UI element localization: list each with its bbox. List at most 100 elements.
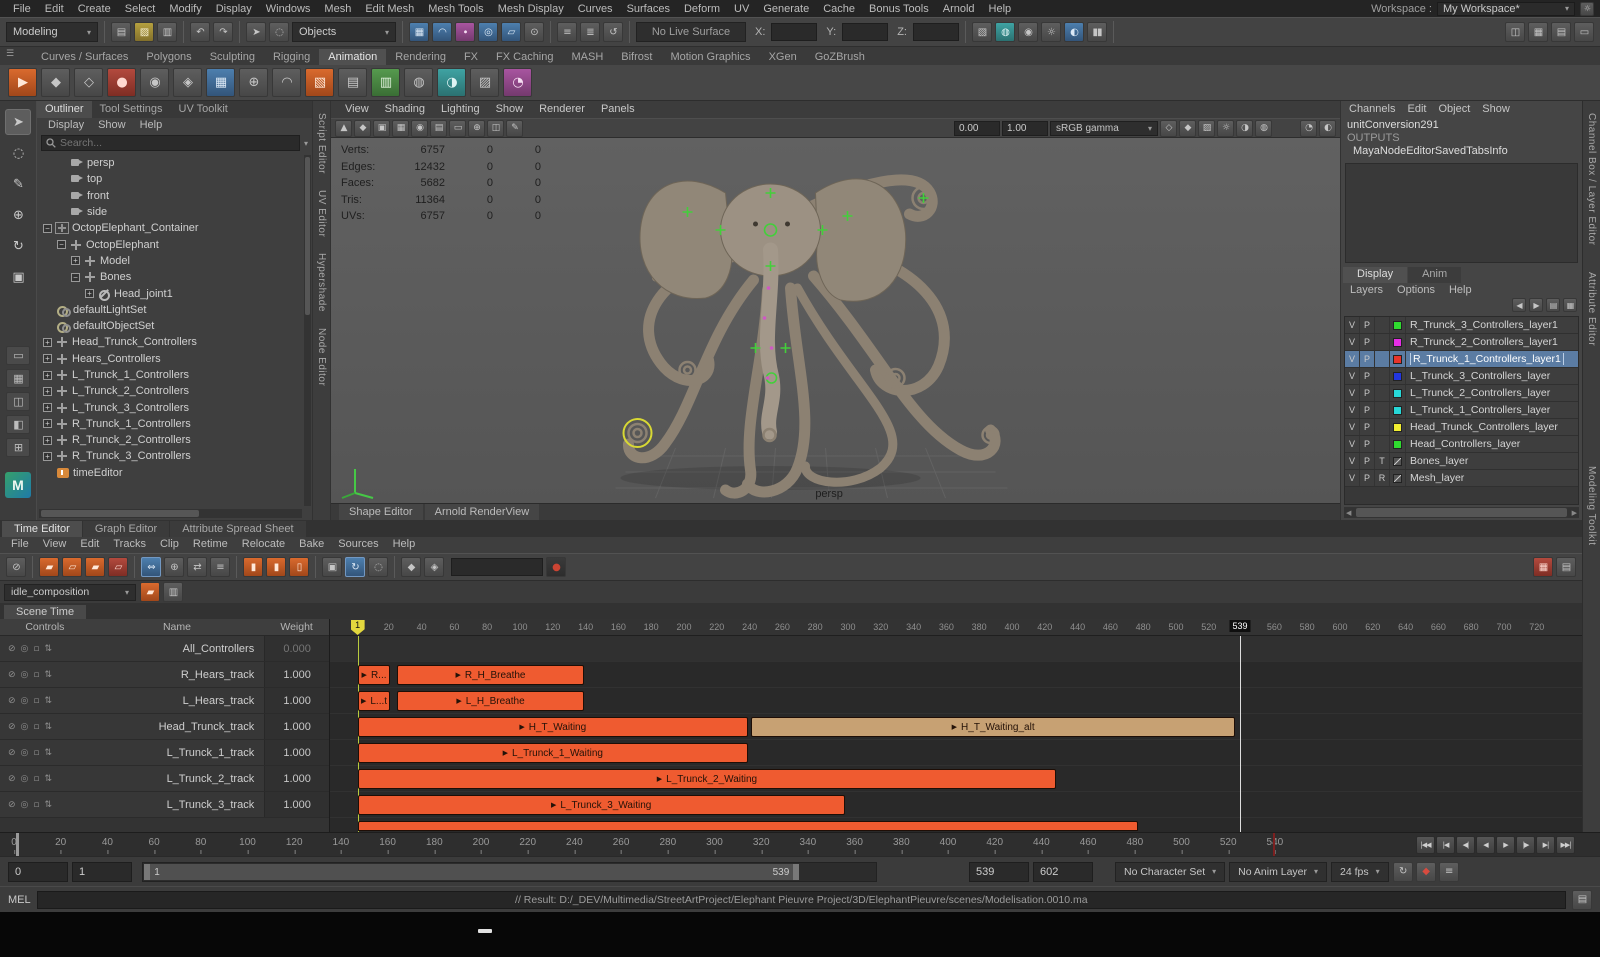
shelf-tab[interactable]: Animation <box>319 49 386 65</box>
outliner-item-OctopElephant[interactable]: −OctopElephant <box>37 236 312 252</box>
file-open-icon[interactable]: ▨ <box>134 22 154 42</box>
track-solo-icon[interactable] <box>21 748 29 758</box>
select-cursor-icon[interactable]: ➤ <box>246 22 266 42</box>
track-solo-icon[interactable] <box>21 774 29 784</box>
outliner-tab[interactable]: Outliner <box>37 101 92 118</box>
trim-mode-icon[interactable]: ⇄ <box>187 557 207 577</box>
render-current-frame-icon[interactable]: ◍ <box>995 22 1015 42</box>
layer-row[interactable]: V P R_Trunck_2_Controllers_layer1 <box>1345 334 1578 351</box>
editor-tab[interactable]: Shape Editor <box>339 504 423 520</box>
list-view-icon[interactable]: ▤ <box>1556 557 1576 577</box>
hold-clip-icon[interactable]: ▮ <box>266 557 286 577</box>
fps-dropdown[interactable]: 24 fps ▾ <box>1331 862 1389 882</box>
expand-icon[interactable]: + <box>71 256 80 265</box>
input-connections-icon[interactable]: ≡ <box>557 22 577 42</box>
isolate-select-icon[interactable]: ◫ <box>487 120 504 137</box>
menu-item[interactable]: UV <box>727 2 756 16</box>
wireframe-mode-icon[interactable]: ◇ <box>1160 120 1177 137</box>
outliner-item-R_Trunck_2_Controllers[interactable]: +R_Trunck_2_Controllers <box>37 432 312 448</box>
select-by-object-icon[interactable]: ◆ <box>354 120 371 137</box>
scale-tool[interactable]: ▣ <box>5 264 31 290</box>
outliner-vertical-scrollbar[interactable] <box>304 155 311 506</box>
track-lock-icon[interactable] <box>33 800 39 810</box>
chevron-down-icon[interactable]: ▾ <box>304 139 308 148</box>
playback-start-field[interactable]: 1 <box>72 862 132 882</box>
menu-item[interactable]: Edit Mesh <box>358 2 421 16</box>
auto-key-icon[interactable]: ◆ <box>1416 862 1436 882</box>
layer-playback-toggle[interactable]: P <box>1360 419 1375 435</box>
layer-visibility-toggle[interactable]: V <box>1345 334 1360 350</box>
clip[interactable] <box>358 821 1139 831</box>
track-mute-icon[interactable] <box>8 696 16 706</box>
viewport-menu-item[interactable]: Renderer <box>531 101 593 118</box>
layer-color-swatch[interactable] <box>1390 436 1406 452</box>
menu-item[interactable]: Select <box>118 2 163 16</box>
play-forward-button[interactable]: ▶ <box>1496 836 1515 854</box>
ao-mode-icon[interactable]: ◍ <box>1255 120 1272 137</box>
shelf-tab[interactable]: XGen <box>760 49 806 65</box>
track-options-icon[interactable] <box>45 748 53 758</box>
layer-color-swatch[interactable] <box>1390 385 1406 401</box>
channel-box-menu-item[interactable]: Channels <box>1343 101 1401 117</box>
time-editor-menu-item[interactable]: Sources <box>331 537 385 553</box>
layer-list-scrollbar[interactable]: ◀▶ <box>1344 507 1579 518</box>
animation-start-field[interactable]: 0 <box>8 862 68 882</box>
layer-row[interactable]: V P L_Trunck_3_Controllers_layer <box>1345 368 1578 385</box>
track-row[interactable]: L_Hears_track 1.000 <box>0 688 329 714</box>
time-editor-menu-item[interactable]: Help <box>386 537 423 553</box>
add-key-icon[interactable]: ◈ <box>424 557 444 577</box>
outliner-horizontal-scrollbar[interactable] <box>39 509 302 518</box>
viewport-menu-item[interactable]: Panels <box>593 101 643 118</box>
menu-item[interactable]: Modify <box>162 2 208 16</box>
collapse-icon[interactable]: − <box>43 224 52 233</box>
layer-visibility-toggle[interactable]: V <box>1345 470 1360 486</box>
outliner-menu-item[interactable]: Display <box>41 118 91 133</box>
shelf-mute-icon[interactable]: ● <box>107 68 136 97</box>
expand-icon[interactable]: + <box>85 289 94 298</box>
outliner-tab[interactable]: UV Toolkit <box>171 101 236 118</box>
channel-box-menu-item[interactable]: Edit <box>1401 101 1432 117</box>
composition-dropdown[interactable]: idle_composition ▾ <box>4 584 136 601</box>
layer-visibility-toggle[interactable]: V <box>1345 368 1360 384</box>
track-weight-field[interactable]: 0.000 <box>264 636 329 661</box>
shelf-joint-icon[interactable]: ◈ <box>173 68 202 97</box>
track-row[interactable]: R_Hears_track 1.000 <box>0 662 329 688</box>
animation-preferences-icon[interactable]: ≡ <box>1439 862 1459 882</box>
shelf-tab[interactable]: MASH <box>563 49 613 65</box>
outliner-item-Hears_Controllers[interactable]: +Hears_Controllers <box>37 351 312 367</box>
menu-item[interactable]: Display <box>209 2 259 16</box>
panel-vertical-tab[interactable]: UV Editor <box>316 190 327 237</box>
shelf-ik-handle-icon[interactable]: ◉ <box>140 68 169 97</box>
time-editor-menu-item[interactable]: Edit <box>73 537 106 553</box>
layer-row[interactable]: V P T Bones_layer <box>1345 453 1578 470</box>
shelf-tab[interactable]: FX <box>455 49 487 65</box>
track-options-icon[interactable] <box>45 774 53 784</box>
layer-row[interactable]: V P Head_Trunck_Controllers_layer <box>1345 419 1578 436</box>
snap-view-plane-icon[interactable]: ▱ <box>501 22 521 42</box>
layer-playback-toggle[interactable]: P <box>1360 385 1375 401</box>
exposure-icon[interactable]: ◐ <box>1319 120 1336 137</box>
track-weight-field[interactable]: 1.000 <box>264 740 329 765</box>
expand-icon[interactable]: + <box>43 371 52 380</box>
layer-display-type-toggle[interactable] <box>1375 385 1390 401</box>
layer-color-swatch[interactable] <box>1390 402 1406 418</box>
layer-menu-item[interactable]: Options <box>1390 283 1442 298</box>
step-back-key-button[interactable]: |◀ <box>1436 836 1455 854</box>
track-row[interactable]: All_Controllers 0.000 <box>0 636 329 662</box>
layer-display-type-toggle[interactable] <box>1375 402 1390 418</box>
y-coordinate-field[interactable] <box>842 23 888 41</box>
output-connections-icon[interactable]: ≣ <box>580 22 600 42</box>
textured-mode-icon[interactable]: ▨ <box>1198 120 1215 137</box>
new-layer-from-selected-icon[interactable]: ▦ <box>1563 298 1577 312</box>
menu-item[interactable]: Create <box>71 2 118 16</box>
track-solo-icon[interactable] <box>21 696 29 706</box>
ui-elements-icon[interactable]: ▤ <box>1551 22 1571 42</box>
step-forward-frame-button[interactable]: |▶ <box>1516 836 1535 854</box>
workspace-gear-icon[interactable]: ☼ <box>1580 2 1594 16</box>
panel-vertical-tab[interactable]: Channel Box / Layer Editor <box>1586 113 1597 246</box>
xray-icon[interactable]: ◔ <box>1300 120 1317 137</box>
layer-editor-tab[interactable]: Display <box>1343 267 1407 283</box>
layer-display-type-toggle[interactable] <box>1375 317 1390 333</box>
bottom-panel-tab[interactable]: Graph Editor <box>83 521 169 537</box>
viewport-3d-view[interactable]: Verts: 6757 0 0 Edges: 12432 0 0 Faces: <box>331 138 1340 503</box>
